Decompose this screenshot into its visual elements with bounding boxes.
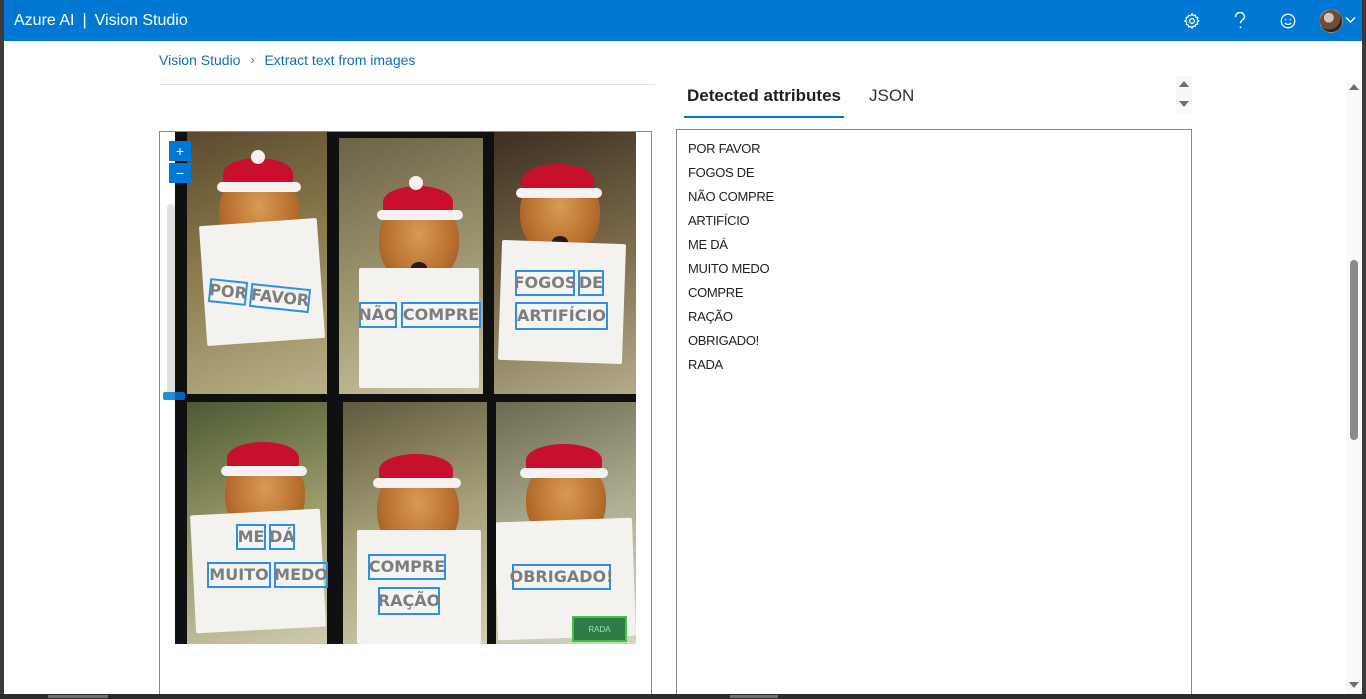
zoom-slider[interactable] <box>163 204 185 400</box>
ocr-word-box[interactable]: NÃO <box>358 302 398 328</box>
help-icon[interactable] <box>1216 0 1264 41</box>
breadcrumb: Vision Studio › Extract text from images <box>159 52 415 68</box>
divider <box>159 84 655 85</box>
breadcrumb-home[interactable]: Vision Studio <box>159 52 240 68</box>
page-scrollbar[interactable] <box>1346 80 1362 694</box>
result-tabs: Detected attributes JSON <box>684 80 939 118</box>
ocr-word-box[interactable]: ARTIFÍCIO <box>515 302 608 330</box>
scroll-down-icon[interactable] <box>1179 101 1189 107</box>
ocr-word-box[interactable]: ME <box>236 524 266 550</box>
brand-separator: | <box>82 11 87 29</box>
list-item: RADA <box>688 357 723 372</box>
attribute-list: POR FAVOR FOGOS DE NÃO COMPRE ARTIFÍCIO … <box>677 130 1191 390</box>
list-item: RAÇÃO <box>688 309 733 324</box>
image-cell <box>339 138 483 394</box>
image-cell <box>187 132 327 394</box>
brand[interactable]: Azure AI | Vision Studio <box>14 12 188 30</box>
ocr-word-box[interactable]: COMPRE <box>401 302 481 328</box>
zoom-controls: + − <box>169 141 191 183</box>
zoom-out-button[interactable]: − <box>169 163 191 183</box>
ocr-word-box[interactable]: RAÇÃO <box>378 587 440 615</box>
list-item: OBRIGADO! <box>688 333 759 348</box>
zoom-in-button[interactable]: + <box>169 141 191 161</box>
tab-json[interactable]: JSON <box>866 80 917 118</box>
product-name: Vision Studio <box>94 11 188 29</box>
ocr-word-box[interactable]: DE <box>578 270 604 296</box>
ocr-word-box[interactable]: OBRIGADO! <box>510 564 613 590</box>
account-menu[interactable] <box>1312 0 1362 41</box>
zoom-slider-thumb[interactable] <box>163 392 185 400</box>
scroll-up-icon[interactable] <box>1179 81 1189 87</box>
brand-name: Azure AI <box>14 11 75 29</box>
image-cell <box>187 402 327 644</box>
tab-detected-attributes[interactable]: Detected attributes <box>684 80 844 118</box>
feedback-smiley-icon[interactable] <box>1264 0 1312 41</box>
app-window: Azure AI | Vision Studio Vision Studio ›… <box>4 0 1362 694</box>
window-bottom-edge <box>0 694 1366 699</box>
scroll-up-icon[interactable] <box>1349 84 1359 90</box>
avatar <box>1318 8 1343 33</box>
list-item: COMPRE <box>688 285 744 300</box>
list-item: FOGOS DE <box>688 165 755 180</box>
image-panel: POR FAVOR NÃO COMPRE FOGOS DE ARTIFÍCIO … <box>159 131 652 694</box>
top-bar: Azure AI | Vision Studio <box>4 0 1362 41</box>
ocr-word-box[interactable]: FOGOS <box>514 270 576 296</box>
image-cell <box>494 132 636 394</box>
settings-icon[interactable] <box>1168 0 1216 41</box>
scroll-down-icon[interactable] <box>1349 682 1359 688</box>
ocr-word-box[interactable]: MEDO <box>274 562 328 588</box>
list-item: NÃO COMPRE <box>688 189 774 204</box>
detected-attributes-panel: POR FAVOR FOGOS DE NÃO COMPRE ARTIFÍCIO … <box>676 129 1192 694</box>
list-item: ME DÁ <box>688 237 728 252</box>
list-item: POR FAVOR <box>688 141 761 156</box>
list-item: ARTIFÍCIO <box>688 213 750 228</box>
scrollbar-thumb[interactable] <box>1350 260 1358 440</box>
ocr-word-box[interactable]: COMPRE <box>368 554 446 580</box>
breadcrumb-separator-icon: › <box>250 53 255 67</box>
ocr-word-box[interactable]: DÁ <box>269 524 295 550</box>
tabs-scroller <box>1176 76 1192 114</box>
ocr-word-box[interactable]: POR <box>207 278 249 306</box>
ocr-word-box[interactable]: MUITO <box>207 562 271 588</box>
analyzed-image[interactable]: POR FAVOR NÃO COMPRE FOGOS DE ARTIFÍCIO … <box>175 132 636 644</box>
image-cell <box>496 402 636 644</box>
header-icons <box>1168 0 1362 41</box>
breadcrumb-current[interactable]: Extract text from images <box>264 52 415 68</box>
list-item: MUITO MEDO <box>688 261 770 276</box>
watermark-box[interactable]: RADA <box>572 616 627 642</box>
chevron-down-icon <box>1344 15 1356 27</box>
